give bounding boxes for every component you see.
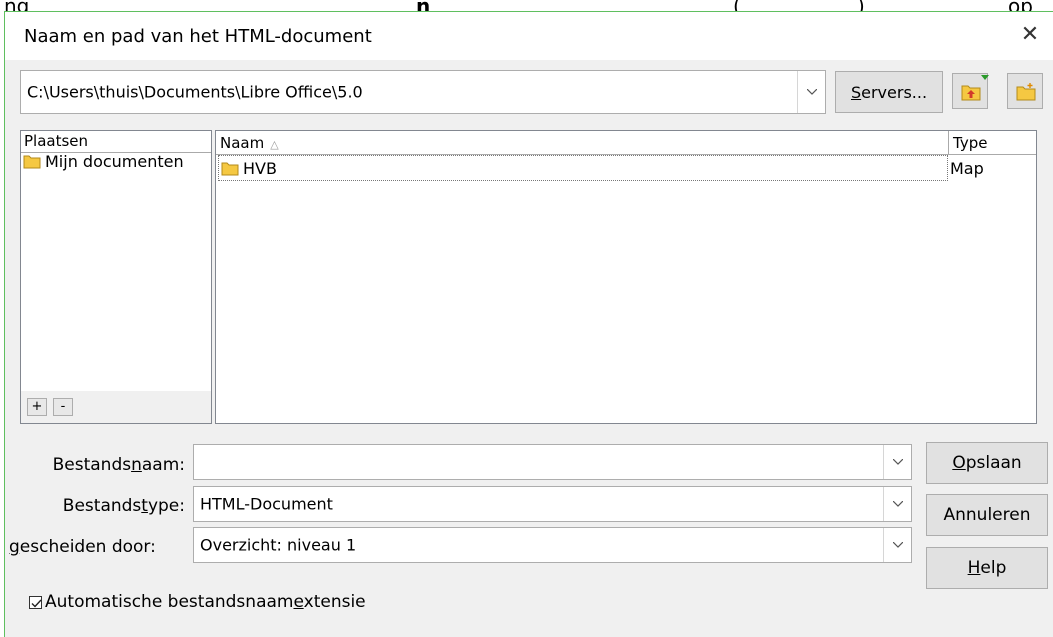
file-row-name-label: HVB bbox=[243, 158, 277, 178]
separated-label: gescheiden door: bbox=[9, 537, 156, 557]
up-folder-button[interactable] bbox=[952, 73, 989, 109]
help-button[interactable]: Help bbox=[926, 547, 1048, 589]
separated-label-mnemonic: g bbox=[9, 537, 20, 557]
cancel-button[interactable]: Annuleren bbox=[926, 494, 1048, 536]
servers-label-mnemonic: S bbox=[850, 82, 862, 102]
sort-ascending-icon: △ bbox=[270, 138, 279, 151]
dialog-titlebar: Naam en pad van het HTML-document ✕ bbox=[5, 12, 1053, 60]
filetype-dropdown-arrow[interactable] bbox=[883, 487, 911, 521]
column-header-type[interactable]: Type bbox=[949, 131, 1036, 155]
column-header-name[interactable]: Naam △ bbox=[216, 131, 949, 155]
new-folder-icon bbox=[1016, 83, 1036, 101]
chevron-down-icon bbox=[893, 542, 903, 548]
filetype-label-post: ype: bbox=[147, 496, 185, 516]
path-combobox[interactable]: C:\Users\thuis\Documents\Libre Office\5.… bbox=[20, 70, 826, 114]
separated-value: Overzicht: niveau 1 bbox=[200, 535, 357, 555]
servers-label-post: ervers... bbox=[861, 82, 928, 102]
save-label-mnemonic: O bbox=[952, 453, 966, 473]
auto-extension-label: Automatische bestandsnaamextensie bbox=[45, 592, 366, 612]
file-list-panel: Naam △ Type HVB Map bbox=[215, 130, 1037, 424]
places-header: Plaatsen bbox=[21, 131, 211, 153]
file-row-type: Map bbox=[950, 159, 984, 178]
filename-dropdown-arrow[interactable] bbox=[883, 445, 911, 479]
filename-label: Bestandsnaam: bbox=[53, 455, 185, 475]
places-toolbar: + - bbox=[21, 391, 211, 423]
remove-place-button[interactable]: - bbox=[53, 398, 73, 416]
filetype-label: Bestandstype: bbox=[63, 496, 185, 516]
folder-icon bbox=[221, 162, 239, 175]
column-header-name-label: Naam bbox=[220, 134, 265, 152]
servers-button[interactable]: Servers... bbox=[835, 71, 943, 113]
folder-icon bbox=[23, 155, 41, 169]
dropdown-triangle-icon bbox=[981, 75, 989, 80]
help-label-mnemonic: H bbox=[967, 558, 981, 578]
auto-extension-checkbox[interactable]: Automatische bestandsnaamextensie bbox=[29, 592, 366, 612]
filetype-label-pre: Bestands bbox=[62, 496, 142, 516]
filename-label-post: aam: bbox=[141, 455, 185, 475]
folder-up-icon bbox=[961, 85, 981, 101]
filetype-label-mnemonic: t bbox=[141, 496, 148, 516]
file-row[interactable]: HVB Map bbox=[216, 155, 1036, 181]
separated-combobox[interactable]: Overzicht: niveau 1 bbox=[193, 527, 912, 563]
add-place-button[interactable]: + bbox=[27, 398, 47, 416]
save-label-post: pslaan bbox=[965, 453, 1022, 473]
save-dialog: Naam en pad van het HTML-document ✕ C:\U… bbox=[4, 11, 1053, 637]
path-value: C:\Users\thuis\Documents\Libre Office\5.… bbox=[27, 82, 363, 102]
places-item-label: Mijn documenten bbox=[45, 152, 184, 171]
filetype-value: HTML-Document bbox=[200, 494, 333, 514]
checkbox-box[interactable] bbox=[29, 595, 42, 609]
chevron-down-icon bbox=[893, 501, 903, 507]
filename-label-mnemonic: n bbox=[131, 455, 142, 475]
help-label-post: elp bbox=[980, 558, 1007, 578]
filename-combobox[interactable] bbox=[193, 444, 912, 480]
auto-extension-label-post: xtensie bbox=[303, 592, 366, 612]
chevron-down-icon bbox=[893, 459, 903, 465]
auto-extension-label-pre: Automatische bestandsnaam bbox=[45, 592, 294, 612]
dialog-title: Naam en pad van het HTML-document bbox=[24, 26, 372, 47]
chevron-down-icon bbox=[807, 89, 817, 95]
separated-label-post: escheiden door: bbox=[19, 537, 156, 557]
checkmark-icon bbox=[31, 599, 42, 608]
separated-dropdown-arrow[interactable] bbox=[883, 528, 911, 562]
places-item-mijn-documenten[interactable]: Mijn documenten bbox=[23, 152, 184, 171]
file-row-name[interactable]: HVB bbox=[218, 155, 948, 181]
new-folder-button[interactable] bbox=[1007, 73, 1043, 109]
places-panel: Plaatsen Mijn documenten + - bbox=[20, 130, 212, 424]
save-button[interactable]: Opslaan bbox=[926, 442, 1048, 484]
close-icon[interactable]: ✕ bbox=[1017, 22, 1043, 48]
filetype-combobox[interactable]: HTML-Document bbox=[193, 486, 912, 522]
filename-label-pre: Bestands bbox=[52, 455, 132, 475]
path-dropdown-arrow[interactable] bbox=[797, 71, 825, 113]
auto-extension-label-mnemonic: e bbox=[293, 592, 304, 612]
